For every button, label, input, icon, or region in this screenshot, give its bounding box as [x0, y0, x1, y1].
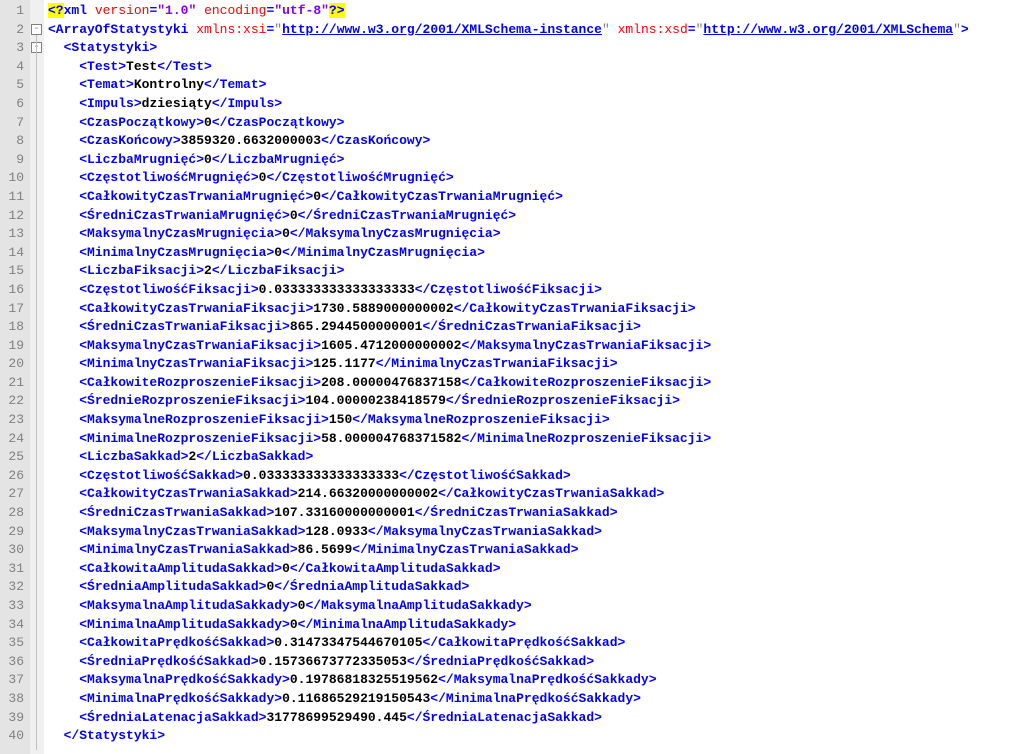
line-number: 33: [4, 597, 24, 616]
element-Test[interactable]: <Test>Test</Test>: [48, 58, 1024, 77]
line-number: 10: [4, 169, 24, 188]
element-LiczbaMrugnięć[interactable]: <LiczbaMrugnięć>0</LiczbaMrugnięć>: [48, 151, 1024, 170]
element-CałkowityCzasTrwaniaSakkad[interactable]: <CałkowityCzasTrwaniaSakkad>214.66320000…: [48, 485, 1024, 504]
element-ŚredniaAmplitudaSakkad[interactable]: <ŚredniaAmplitudaSakkad>0</ŚredniaAmplit…: [48, 578, 1024, 597]
element-CzasPoczątkowy[interactable]: <CzasPoczątkowy>0</CzasPoczątkowy>: [48, 114, 1024, 133]
element-MinimalnaPrędkośćSakkady[interactable]: <MinimalnaPrędkośćSakkady>0.116865292191…: [48, 690, 1024, 709]
line-number: 28: [4, 504, 24, 523]
line-number: 32: [4, 578, 24, 597]
element-MaksymalnaPrędkośćSakkady[interactable]: <MaksymalnaPrędkośćSakkady>0.19786818325…: [48, 671, 1024, 690]
fold-column[interactable]: --: [30, 0, 44, 754]
element-MaksymalnaAmplitudaSakkady[interactable]: <MaksymalnaAmplitudaSakkady>0</Maksymaln…: [48, 597, 1024, 616]
line-number: 8: [4, 132, 24, 151]
line-number: 14: [4, 244, 24, 263]
xml-declaration[interactable]: <?xml version="1.0" encoding="utf-8"?>: [48, 2, 1024, 21]
element-LiczbaFiksacji[interactable]: <LiczbaFiksacji>2</LiczbaFiksacji>: [48, 262, 1024, 281]
line-number: 27: [4, 485, 24, 504]
line-number: 36: [4, 653, 24, 672]
element-MinimalnaAmplitudaSakkady[interactable]: <MinimalnaAmplitudaSakkady>0</MinimalnaA…: [48, 616, 1024, 635]
line-number: 22: [4, 392, 24, 411]
element-MaksymalnyCzasTrwaniaSakkad[interactable]: <MaksymalnyCzasTrwaniaSakkad>128.0933</M…: [48, 523, 1024, 542]
line-number-gutter: 1234567891011121314151617181920212223242…: [0, 0, 30, 754]
line-number: 2: [4, 21, 24, 40]
line-number: 6: [4, 95, 24, 114]
element-CałkowitaPrędkośćSakkad[interactable]: <CałkowitaPrędkośćSakkad>0.3147334754467…: [48, 634, 1024, 653]
line-number: 34: [4, 616, 24, 635]
line-number: 37: [4, 671, 24, 690]
line-number: 7: [4, 114, 24, 133]
line-number: 20: [4, 355, 24, 374]
line-number: 13: [4, 225, 24, 244]
line-number: 9: [4, 151, 24, 170]
element-Temat[interactable]: <Temat>Kontrolny</Temat>: [48, 76, 1024, 95]
line-number: 4: [4, 58, 24, 77]
line-number: 1: [4, 2, 24, 21]
line-number: 39: [4, 709, 24, 728]
statystyki-open[interactable]: <Statystyki>: [48, 39, 1024, 58]
line-number: 31: [4, 560, 24, 579]
line-number: 38: [4, 690, 24, 709]
line-number: 11: [4, 188, 24, 207]
statystyki-close[interactable]: </Statystyki>: [48, 727, 1024, 746]
element-Impuls[interactable]: <Impuls>dziesiąty</Impuls>: [48, 95, 1024, 114]
line-number: 26: [4, 467, 24, 486]
element-ŚredniCzasTrwaniaSakkad[interactable]: <ŚredniCzasTrwaniaSakkad>107.33160000000…: [48, 504, 1024, 523]
element-CzęstotliwośćFiksacji[interactable]: <CzęstotliwośćFiksacji>0.033333333333333…: [48, 281, 1024, 300]
element-CałkowityCzasTrwaniaFiksacji[interactable]: <CałkowityCzasTrwaniaFiksacji>1730.58890…: [48, 300, 1024, 319]
element-ŚredniCzasTrwaniaMrugnięć[interactable]: <ŚredniCzasTrwaniaMrugnięć>0</ŚredniCzas…: [48, 207, 1024, 226]
line-number: 16: [4, 281, 24, 300]
line-number: 21: [4, 374, 24, 393]
element-ŚredniaLatenacjaSakkad[interactable]: <ŚredniaLatenacjaSakkad>31778699529490.4…: [48, 709, 1024, 728]
fold-toggle-icon[interactable]: -: [31, 24, 42, 35]
element-MinimalnyCzasMrugnięcia[interactable]: <MinimalnyCzasMrugnięcia>0</MinimalnyCza…: [48, 244, 1024, 263]
line-number: 15: [4, 262, 24, 281]
line-number: 17: [4, 300, 24, 319]
code-editor-content[interactable]: <?xml version="1.0" encoding="utf-8"?><A…: [44, 0, 1024, 754]
line-number: 29: [4, 523, 24, 542]
element-MinimalneRozproszenieFiksacji[interactable]: <MinimalneRozproszenieFiksacji>58.000004…: [48, 430, 1024, 449]
line-number: 25: [4, 448, 24, 467]
element-MaksymalnyCzasMrugnięcia[interactable]: <MaksymalnyCzasMrugnięcia>0</MaksymalnyC…: [48, 225, 1024, 244]
element-CałkowitaAmplitudaSakkad[interactable]: <CałkowitaAmplitudaSakkad>0</CałkowitaAm…: [48, 560, 1024, 579]
line-number: 12: [4, 207, 24, 226]
element-CzęstotliwośćSakkad[interactable]: <CzęstotliwośćSakkad>0.03333333333333333…: [48, 467, 1024, 486]
line-number: 19: [4, 337, 24, 356]
element-CzasKońcowy[interactable]: <CzasKońcowy>3859320.6632000003</CzasKoń…: [48, 132, 1024, 151]
element-MinimalnyCzasTrwaniaFiksacji[interactable]: <MinimalnyCzasTrwaniaFiksacji>125.1177</…: [48, 355, 1024, 374]
line-number: 18: [4, 318, 24, 337]
element-MinimalnyCzasTrwaniaSakkad[interactable]: <MinimalnyCzasTrwaniaSakkad>86.5699</Min…: [48, 541, 1024, 560]
line-number: 24: [4, 430, 24, 449]
element-ŚrednieRozproszenieFiksacji[interactable]: <ŚrednieRozproszenieFiksacji>104.0000023…: [48, 392, 1024, 411]
element-MaksymalneRozproszenieFiksacji[interactable]: <MaksymalneRozproszenieFiksacji>150</Mak…: [48, 411, 1024, 430]
line-number: 40: [4, 727, 24, 746]
line-number: 3: [4, 39, 24, 58]
element-CałkowityCzasTrwaniaMrugnięć[interactable]: <CałkowityCzasTrwaniaMrugnięć>0</Całkowi…: [48, 188, 1024, 207]
root-element-open[interactable]: <ArrayOfStatystyki xmlns:xsi="http://www…: [48, 21, 1024, 40]
element-LiczbaSakkad[interactable]: <LiczbaSakkad>2</LiczbaSakkad>: [48, 448, 1024, 467]
element-CałkowiteRozproszenieFiksacji[interactable]: <CałkowiteRozproszenieFiksacji>208.00000…: [48, 374, 1024, 393]
line-number: 23: [4, 411, 24, 430]
line-number: 35: [4, 634, 24, 653]
element-CzęstotliwośćMrugnięć[interactable]: <CzęstotliwośćMrugnięć>0</CzęstotliwośćM…: [48, 169, 1024, 188]
element-ŚredniaPrędkośćSakkad[interactable]: <ŚredniaPrędkośćSakkad>0.157366737723350…: [48, 653, 1024, 672]
element-MaksymalnyCzasTrwaniaFiksacji[interactable]: <MaksymalnyCzasTrwaniaFiksacji>1605.4712…: [48, 337, 1024, 356]
line-number: 30: [4, 541, 24, 560]
line-number: 5: [4, 76, 24, 95]
element-ŚredniCzasTrwaniaFiksacji[interactable]: <ŚredniCzasTrwaniaFiksacji>865.294450000…: [48, 318, 1024, 337]
